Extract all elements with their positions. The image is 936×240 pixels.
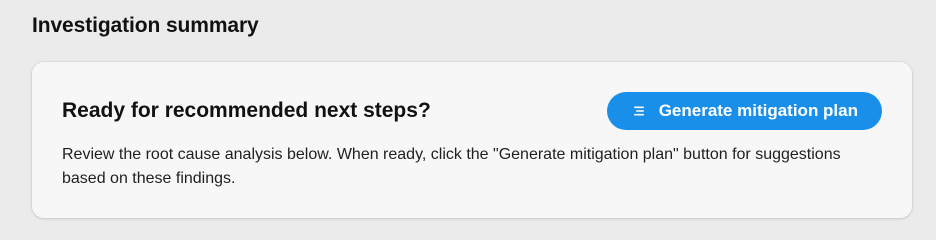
list-icon [633,104,647,118]
card-heading: Ready for recommended next steps? [62,99,431,122]
section-title: Investigation summary [32,14,259,37]
next-steps-card: Ready for recommended next steps? Genera… [32,62,912,218]
generate-mitigation-plan-button[interactable]: Generate mitigation plan [606,92,882,130]
card-description: Review the root cause analysis below. Wh… [62,146,841,187]
generate-mitigation-plan-label: Generate mitigation plan [658,101,858,120]
